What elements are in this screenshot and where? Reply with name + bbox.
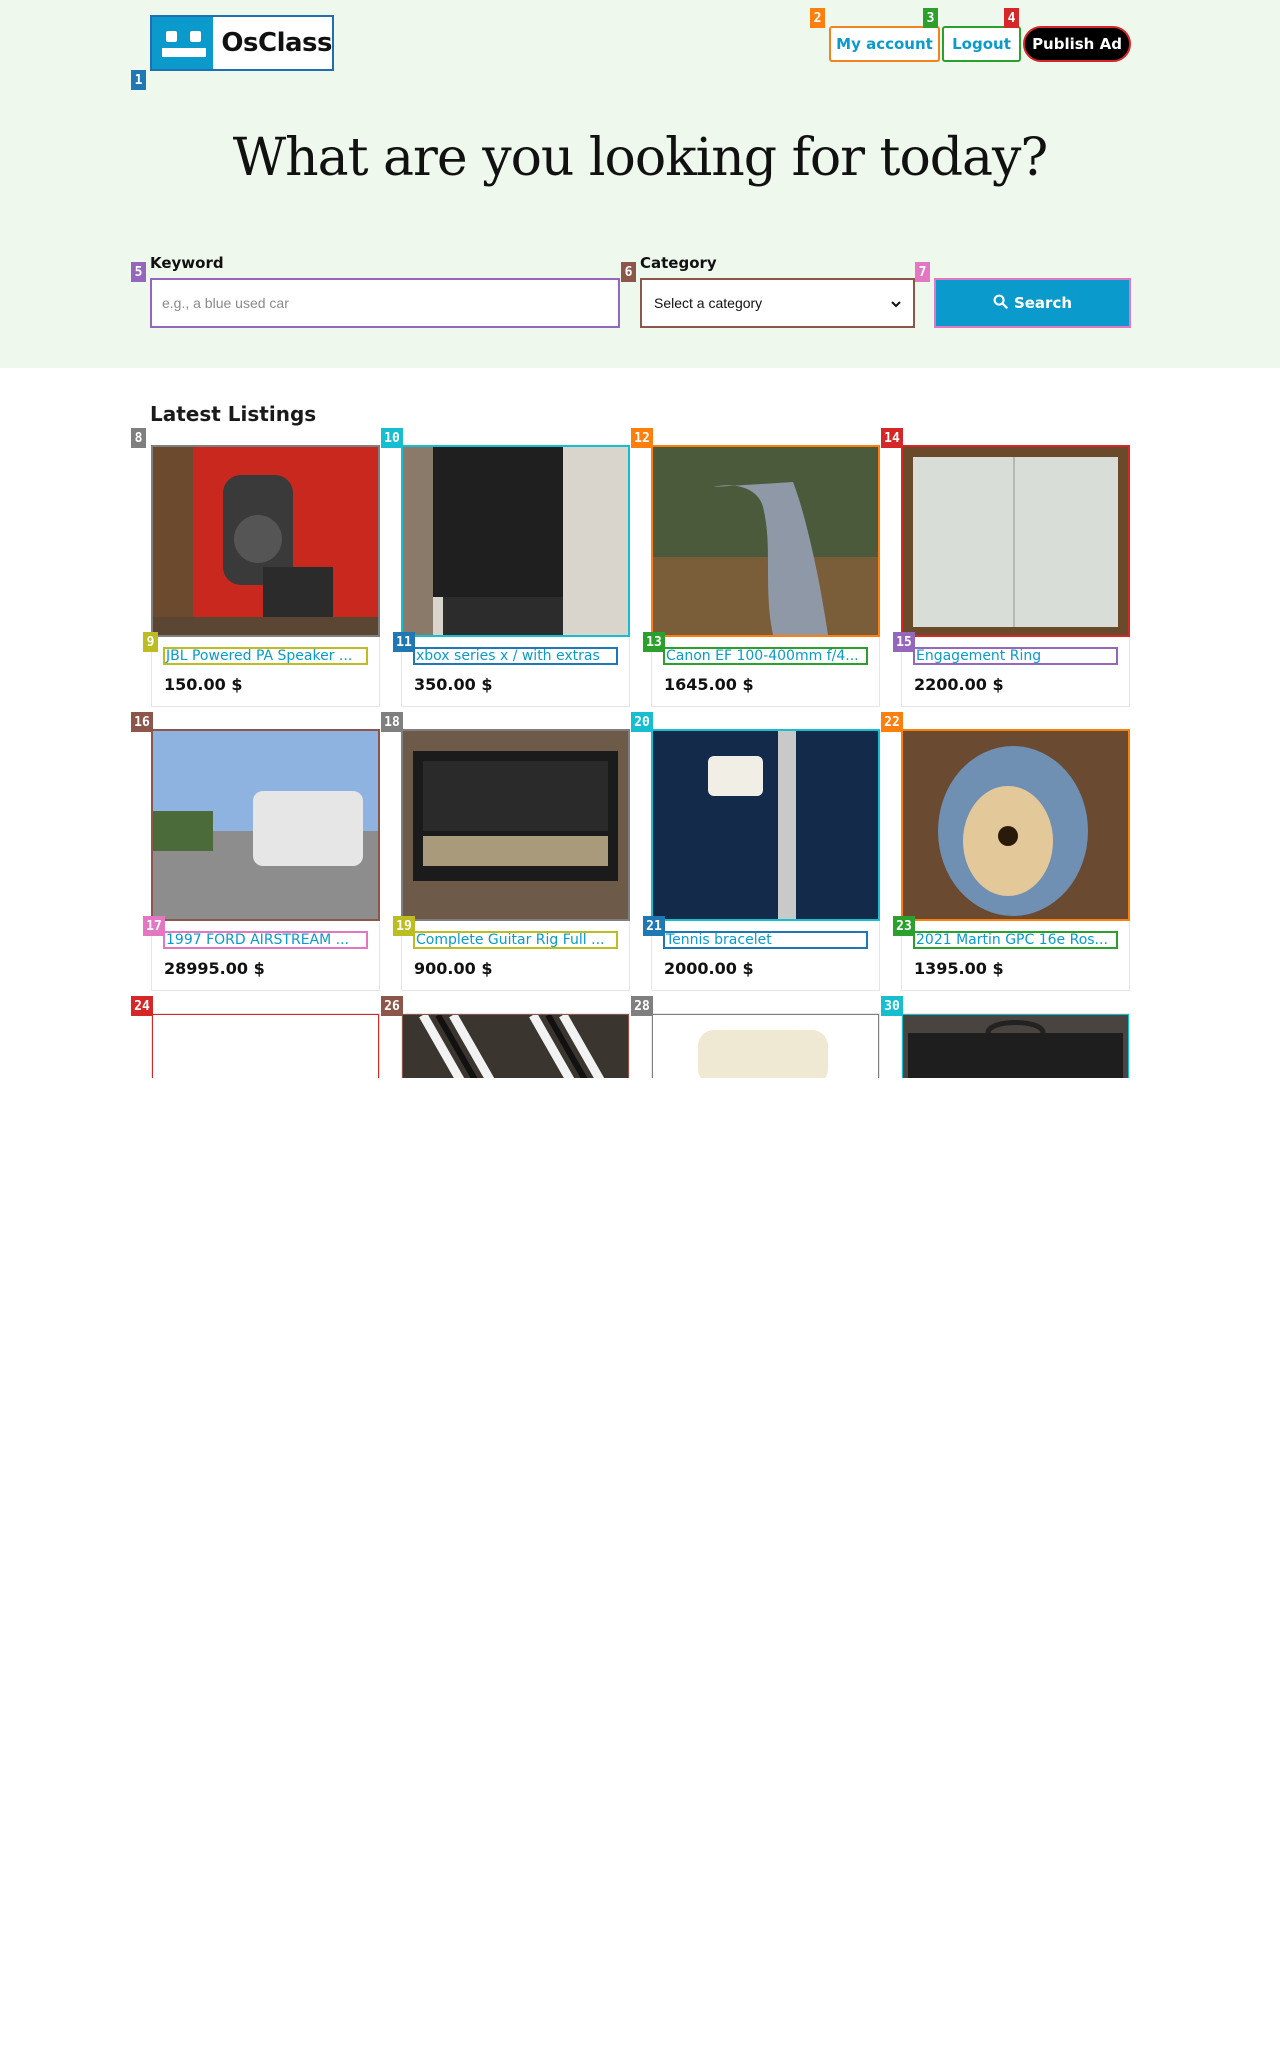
overlay-tag: 7 [915,262,930,282]
keyword-input[interactable] [150,278,620,328]
listing-price: 28995.00 $ [164,959,265,978]
listing-price: 350.00 $ [414,675,493,694]
listing-price: 1395.00 $ [914,959,1004,978]
listing-title-link[interactable]: Tennis bracelet [663,931,868,949]
listing-image[interactable] [152,1014,379,1078]
listing-card [901,1013,1130,1078]
hero-headline: What are you looking for today? [232,128,1049,188]
listing-price: 2000.00 $ [664,959,754,978]
overlay-tag: 19 [393,916,415,936]
logo-text: OsClass [221,28,332,58]
overlay-tag: 14 [881,428,903,448]
overlay-tag: 24 [131,996,153,1016]
listing-card: Complete Guitar Rig Full ... 900.00 $ [401,729,630,991]
listing-price: 2200.00 $ [914,675,1004,694]
overlay-tag: 16 [131,712,153,732]
listing-title-link[interactable]: Engagement Ring [913,647,1118,665]
listing-price: 1645.00 $ [664,675,754,694]
listing-card: 2021 Martin GPC 16e Ros... 1395.00 $ [901,729,1130,991]
listing-price: 900.00 $ [414,959,493,978]
overlay-tag: 3 [923,8,938,28]
overlay-tag: 23 [893,916,915,936]
logout-link[interactable]: Logout [942,26,1021,62]
overlay-tag: 26 [381,996,403,1016]
search-button-label: Search [1013,294,1073,312]
overlay-tag: 11 [393,632,415,652]
category-selected-value: Select a category [654,295,763,311]
overlay-tag: 28 [631,996,653,1016]
listing-image[interactable] [401,729,630,921]
my-account-link[interactable]: My account [829,26,940,62]
chevron-down-icon [891,295,901,311]
overlay-tag: 8 [131,428,146,448]
overlay-tag: 18 [381,712,403,732]
listing-card: xbox series x / with extras 350.00 $ [401,445,630,707]
category-select[interactable]: Select a category [640,278,915,328]
listing-image[interactable] [151,729,380,921]
overlay-tag: 22 [881,712,903,732]
keyword-label: Keyword [150,254,224,272]
overlay-tag: 15 [893,632,915,652]
overlay-tag: 10 [381,428,403,448]
listing-card [651,1013,880,1078]
overlay-tag: 4 [1004,8,1019,28]
listing-image[interactable] [402,1014,629,1078]
overlay-tag: 20 [631,712,653,732]
overlay-tag: 12 [631,428,653,448]
listing-title-link[interactable]: 1997 FORD AIRSTREAM ... [163,931,368,949]
listing-card [401,1013,630,1078]
listing-title-link[interactable]: JBL Powered PA Speaker ... [163,647,368,665]
overlay-tag: 17 [143,916,165,936]
search-icon [993,294,1008,313]
listing-title-link[interactable]: xbox series x / with extras [413,647,618,665]
listing-image[interactable] [901,445,1130,637]
listing-card: Canon EF 100-400mm f/4... 1645.00 $ [651,445,880,707]
overlay-tag: 5 [131,262,146,282]
listing-title-link[interactable]: Complete Guitar Rig Full ... [413,931,618,949]
listing-price: 150.00 $ [164,675,243,694]
overlay-tag: 21 [643,916,665,936]
category-label: Category [640,254,717,272]
logo-mark-icon [152,17,214,69]
osclass-logo[interactable]: OsClass [150,15,334,71]
listing-card: JBL Powered PA Speaker ... 150.00 $ [151,445,380,707]
overlay-tag: 2 [810,8,825,28]
latest-listings-title: Latest Listings [150,402,317,426]
overlay-tag: 6 [621,262,636,282]
listing-title-link[interactable]: 2021 Martin GPC 16e Ros... [913,931,1118,949]
publish-ad-button[interactable]: Publish Ad [1023,26,1131,62]
listing-image[interactable] [901,729,1130,921]
search-button[interactable]: Search [934,278,1131,328]
listing-card: 1997 FORD AIRSTREAM ... 28995.00 $ [151,729,380,991]
listing-card: Engagement Ring 2200.00 $ [901,445,1130,707]
overlay-tag: 13 [643,632,665,652]
listing-image[interactable] [651,445,880,637]
listing-image[interactable] [652,1014,879,1078]
overlay-tag: 9 [143,632,158,652]
overlay-tag: 30 [881,996,903,1016]
listing-image[interactable] [151,445,380,637]
listing-image[interactable] [651,729,880,921]
overlay-tag: 1 [131,70,146,90]
listing-card [151,1013,380,1078]
listing-card: Tennis bracelet 2000.00 $ [651,729,880,991]
listing-image[interactable] [902,1014,1129,1078]
listing-image[interactable] [401,445,630,637]
listing-title-link[interactable]: Canon EF 100-400mm f/4... [663,647,868,665]
